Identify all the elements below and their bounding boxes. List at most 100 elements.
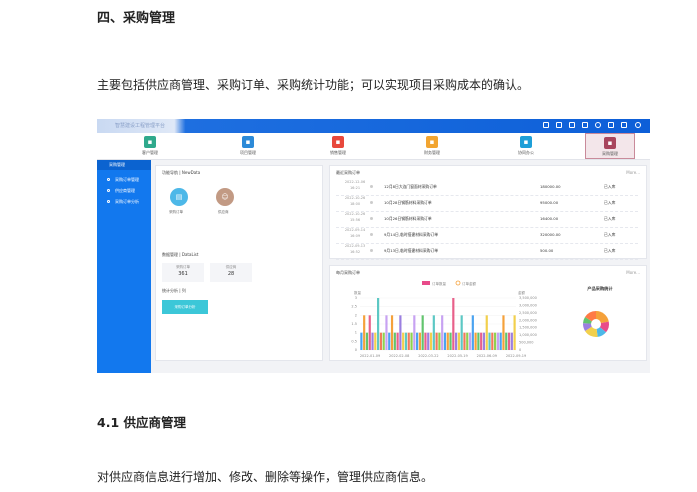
sidebar-item-analysis[interactable]: 采购订单分析 [97, 196, 151, 207]
user-avatar-icon[interactable] [635, 122, 641, 128]
timeline-dot [370, 201, 373, 204]
grid-icon[interactable] [556, 122, 562, 128]
sidebar-item-suppliers[interactable]: 供应商管理 [97, 185, 151, 196]
bar [452, 298, 455, 350]
stat-suppliers-label: 供应商 [225, 265, 237, 269]
help-icon[interactable] [595, 122, 601, 128]
bar [482, 332, 486, 350]
module-1[interactable]: ▪ 项目管理 [223, 133, 273, 159]
y-right-tick: 2,500,000 [519, 311, 537, 315]
y-right-tick: 2,000,000 [519, 318, 537, 322]
finance-icon: ▪ [426, 136, 438, 148]
office-icon: ▪ [520, 136, 532, 148]
bar [416, 332, 419, 350]
stat-suppliers[interactable]: 供应商 28 [210, 263, 252, 282]
bar [365, 332, 369, 350]
order-amount: 95000.00 [540, 200, 559, 205]
supplier-nav-label: 供应商 [218, 210, 229, 214]
y-left-tick: 0 [355, 348, 357, 352]
bar [463, 332, 466, 350]
module-label: 协同办公 [518, 150, 534, 155]
bar [424, 332, 427, 350]
monthly-more-link[interactable]: More... [626, 270, 640, 275]
bar [471, 315, 474, 350]
order-analysis-button[interactable]: 采购订单分析 [162, 300, 208, 314]
module-label: 项目管理 [240, 150, 256, 155]
sales-icon: ▪ [332, 136, 344, 148]
bar [494, 332, 497, 350]
bell-icon[interactable] [543, 122, 549, 128]
y-left-tick: 0.5 [351, 339, 357, 343]
y-right-tick: 1,000,000 [519, 333, 537, 337]
bar [413, 315, 416, 350]
bar [396, 332, 399, 350]
bar [488, 332, 491, 350]
module-0[interactable]: ▪ 客户管理 [125, 133, 175, 159]
recent-more-link[interactable]: More... [626, 170, 640, 175]
stat-orders[interactable]: 采购订单 361 [162, 263, 204, 282]
module-2[interactable]: ▪ 销售管理 [313, 133, 363, 159]
order-nav-icon[interactable]: ▤ [170, 188, 188, 206]
order-amount: 320000.00 [540, 232, 561, 237]
nav-card-title: 功能导航 | NewData [162, 170, 201, 175]
x-tick: 2022-06-09 [477, 354, 497, 358]
legend-swatch [422, 281, 430, 285]
refresh-icon[interactable] [608, 122, 614, 128]
order-name: 10月28日钢筋材料采购订单 [384, 200, 432, 205]
module-4[interactable]: ▪ 协同办公 [501, 133, 551, 159]
bar [385, 315, 388, 350]
bar [374, 332, 377, 350]
module-label: 财务管理 [424, 150, 440, 155]
y-left-tick: 2 [355, 313, 357, 317]
sidebar-header: 采购管理 [97, 160, 151, 170]
bar [496, 332, 499, 350]
bar [491, 332, 494, 350]
app-topbar: 智慧建设工程管理平台 [97, 119, 650, 133]
order-time: 18:00 [349, 202, 361, 206]
order-name: 10月26日钢筋材料采购订单 [384, 216, 432, 221]
x-tick: 2022-02-08 [389, 354, 409, 358]
subsection-heading: 4.1 供应商管理 [97, 415, 186, 430]
order-status: 已入库 [604, 232, 616, 237]
bar [446, 332, 449, 350]
windows-icon[interactable] [621, 122, 627, 128]
bar [505, 332, 508, 350]
message-icon[interactable] [569, 122, 575, 128]
bar [368, 315, 371, 350]
y-left-label: 数量 [354, 290, 362, 295]
y-left-tick: 1.5 [351, 322, 357, 326]
sidebar-item-orders[interactable]: 采购订单管理 [97, 174, 151, 185]
bar [402, 332, 405, 350]
y-right-label: 金额 [518, 290, 526, 295]
layout-icon[interactable] [582, 122, 588, 128]
stat-suppliers-value: 28 [227, 271, 235, 277]
module-5[interactable]: ▪ 采购管理 [585, 133, 635, 159]
legend-label: 订单数量 [432, 281, 446, 286]
order-name: 12月8日大连门窗面材采购订单 [384, 184, 437, 189]
timeline-dot [370, 217, 373, 220]
y-right-tick: 0 [519, 348, 521, 352]
bar [466, 332, 469, 350]
bar [393, 332, 396, 350]
bar [510, 332, 513, 350]
datalist-title: 数据管理 | DataList [162, 252, 199, 257]
bar [399, 315, 402, 350]
cart-icon: ▪ [604, 137, 616, 149]
x-tick: 2022-03-22 [418, 354, 438, 358]
bar [363, 315, 366, 350]
bar [485, 315, 488, 350]
module-label: 销售管理 [330, 150, 346, 155]
order-row[interactable]: 2022-09-13 16:52 9月13日,临时搭建材料采购订单 500.00 已入库 [336, 242, 638, 260]
supplier-nav-icon[interactable]: ☺ [216, 188, 234, 206]
bar [468, 332, 472, 350]
module-3[interactable]: ▪ 财务管理 [407, 133, 457, 159]
order-time: 16:52 [349, 250, 361, 254]
timeline-dot [370, 249, 373, 252]
monthly-orders-card: 每月采购订单 More... 订单数量 订单金额 数量 金额 3 2.5 2 1.5 1 0.5 0… [329, 265, 647, 361]
bar [455, 332, 458, 350]
order-amount: 180000.00 [540, 184, 561, 189]
module-bar: ▪ 客户管理 ▪ 项目管理 ▪ 销售管理 ▪ 财务管理 ▪ 协同办公 ▪ 采购管理 [97, 133, 650, 160]
y-left-tick: 3 [355, 296, 357, 300]
bar [418, 332, 421, 350]
pie-title: 产品采购统计 [587, 285, 613, 292]
